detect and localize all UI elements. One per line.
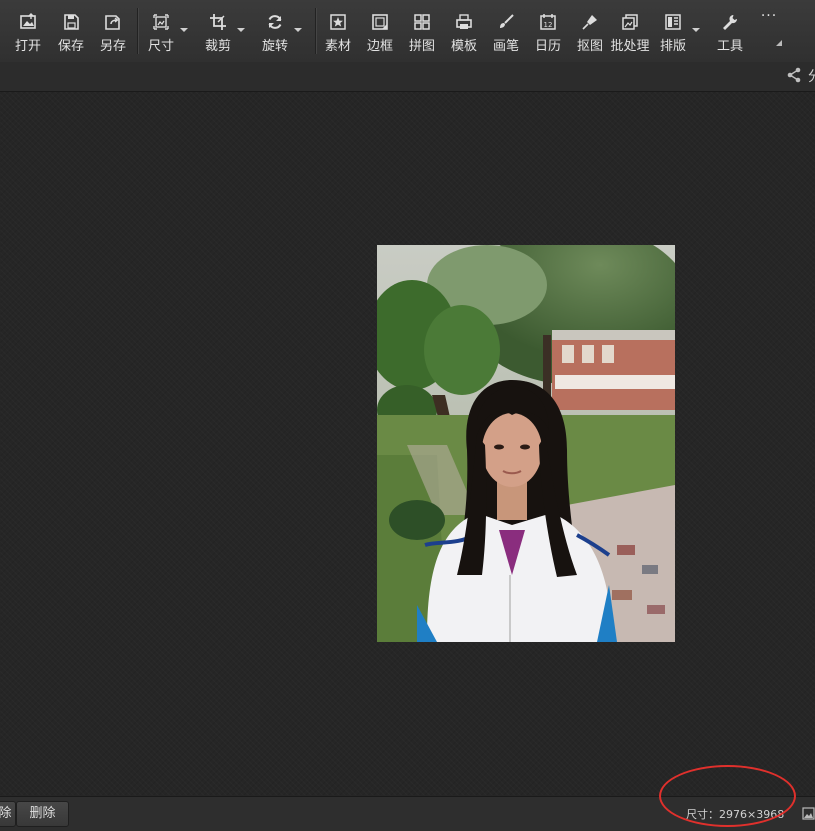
layout-label: 排版 bbox=[659, 39, 686, 54]
open-button[interactable]: 打开 bbox=[14, 0, 42, 62]
save-button[interactable]: 保存 bbox=[57, 0, 85, 62]
template-label: 模板 bbox=[450, 39, 477, 54]
border-button[interactable]: 边框 bbox=[366, 0, 394, 62]
red-annotation-circle bbox=[659, 765, 796, 827]
calendar-label: 日历 bbox=[534, 39, 561, 54]
calendar-day-number: 12 bbox=[544, 21, 553, 29]
share-icon[interactable] bbox=[786, 67, 802, 83]
tools-button[interactable]: 工具 bbox=[716, 0, 744, 62]
portrait-photo-image bbox=[377, 245, 675, 642]
template-button[interactable]: 模板 bbox=[450, 0, 478, 62]
crop-dropdown-arrow-icon[interactable] bbox=[237, 28, 245, 32]
calendar-icon: 12 bbox=[540, 14, 556, 30]
more-ellipsis-icon: ··· bbox=[760, 8, 778, 24]
brush-button[interactable]: 画笔 bbox=[492, 0, 520, 62]
cutout-button[interactable]: 抠图 bbox=[576, 0, 604, 62]
border-label: 边框 bbox=[366, 39, 393, 54]
resize-icon bbox=[153, 14, 169, 30]
size-dropdown-arrow-icon[interactable] bbox=[180, 28, 188, 32]
layout-dropdown-arrow-icon[interactable] bbox=[692, 28, 700, 32]
share-label[interactable]: 分 bbox=[808, 66, 815, 86]
collage-label: 拼图 bbox=[408, 39, 435, 54]
edited-photo[interactable] bbox=[377, 245, 675, 642]
cutout-label: 抠图 bbox=[576, 39, 603, 54]
crop-label: 裁剪 bbox=[204, 39, 231, 54]
save-icon bbox=[64, 14, 79, 30]
material-label: 素材 bbox=[324, 39, 351, 54]
secondary-bar bbox=[0, 62, 815, 92]
cutout-pen-icon bbox=[582, 15, 597, 30]
image-preview-icon[interactable] bbox=[802, 807, 815, 820]
partial-left-button[interactable]: 除 bbox=[0, 801, 16, 827]
rotate-dropdown-arrow-icon[interactable] bbox=[294, 28, 302, 32]
calendar-button[interactable]: 12 日历 bbox=[534, 0, 562, 62]
open-image-icon bbox=[20, 13, 36, 29]
batch-label: 批处理 bbox=[610, 39, 650, 54]
layout-icon bbox=[665, 14, 681, 30]
material-button[interactable]: 素材 bbox=[324, 0, 352, 62]
toolbar-divider bbox=[315, 8, 316, 54]
expand-corner-icon[interactable] bbox=[776, 40, 782, 46]
delete-button-label: 删除 bbox=[29, 806, 56, 821]
size-label: 尺寸 bbox=[147, 39, 174, 54]
paint-brush-icon bbox=[500, 14, 514, 28]
more-button[interactable]: ··· bbox=[756, 0, 782, 62]
main-toolbar: 打开 保存 另存 尺寸 裁剪 旋转 素材 边框 拼图 模板 画笔 12 日历 抠… bbox=[0, 0, 815, 63]
partial-left-button-label: 除 bbox=[0, 806, 12, 821]
tools-label: 工具 bbox=[716, 39, 743, 54]
save-as-icon bbox=[105, 15, 120, 30]
size-button[interactable]: 尺寸 bbox=[147, 0, 188, 62]
star-sticker-icon bbox=[330, 14, 346, 30]
rotate-icon bbox=[268, 15, 282, 29]
wrench-icon bbox=[723, 15, 738, 30]
batch-button[interactable]: 批处理 bbox=[610, 0, 650, 62]
rotate-button[interactable]: 旋转 bbox=[261, 0, 302, 62]
save-as-label: 另存 bbox=[99, 39, 126, 54]
open-label: 打开 bbox=[14, 39, 41, 54]
brush-label: 画笔 bbox=[492, 39, 519, 54]
delete-button[interactable]: 删除 bbox=[16, 801, 69, 827]
frame-border-icon bbox=[372, 14, 388, 30]
batch-images-icon bbox=[622, 14, 638, 30]
grid-collage-icon bbox=[414, 14, 430, 30]
save-as-button[interactable]: 另存 bbox=[99, 0, 127, 62]
save-label: 保存 bbox=[57, 39, 84, 54]
crop-button[interactable]: 裁剪 bbox=[204, 0, 245, 62]
toolbar-divider bbox=[137, 8, 138, 54]
rotate-label: 旋转 bbox=[261, 39, 288, 54]
layout-button[interactable]: 排版 bbox=[659, 0, 700, 62]
crop-icon bbox=[210, 14, 226, 30]
template-printer-icon bbox=[456, 14, 472, 29]
collage-button[interactable]: 拼图 bbox=[408, 0, 436, 62]
